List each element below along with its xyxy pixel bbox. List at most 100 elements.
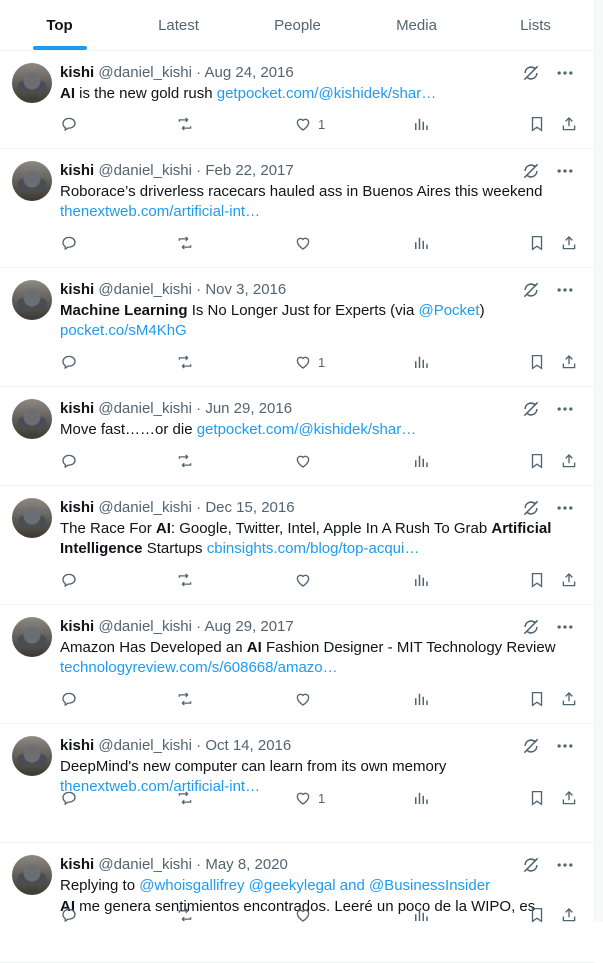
tweet-link[interactable]: thenextweb.com/artificial-int… bbox=[60, 203, 260, 220]
like-button[interactable] bbox=[294, 452, 318, 470]
author-name[interactable]: kishi bbox=[60, 618, 94, 635]
author-handle[interactable]: @daniel_kishi bbox=[98, 281, 192, 298]
tweet-link[interactable]: getpocket.com/@kishidek/shar… bbox=[217, 85, 437, 102]
grok-icon[interactable] bbox=[521, 280, 541, 300]
grok-icon[interactable] bbox=[521, 399, 541, 419]
bookmark-button[interactable] bbox=[528, 571, 546, 589]
views-button[interactable] bbox=[412, 571, 430, 589]
author-handle[interactable]: @daniel_kishi bbox=[98, 856, 192, 873]
like-button[interactable]: 1 bbox=[294, 353, 325, 371]
share-button[interactable] bbox=[560, 353, 578, 371]
tweet-date[interactable]: Aug 29, 2017 bbox=[205, 618, 294, 635]
retweet-button[interactable] bbox=[176, 234, 194, 252]
author-name[interactable]: kishi bbox=[60, 281, 94, 298]
reply-button[interactable] bbox=[60, 452, 78, 470]
tweet[interactable]: kishi @daniel_kishi · Aug 24, 2016 AI is … bbox=[0, 51, 595, 149]
share-button[interactable] bbox=[560, 571, 578, 589]
reply-button[interactable] bbox=[60, 234, 78, 252]
avatar[interactable] bbox=[12, 617, 52, 657]
grok-icon[interactable] bbox=[521, 161, 541, 181]
reply-button[interactable] bbox=[60, 353, 78, 371]
more-icon[interactable] bbox=[555, 63, 575, 83]
more-icon[interactable] bbox=[555, 736, 575, 756]
more-icon[interactable] bbox=[555, 617, 575, 637]
author-name[interactable]: kishi bbox=[60, 737, 94, 754]
tweet[interactable]: kishi @daniel_kishi · Oct 14, 2016 DeepMi… bbox=[0, 724, 595, 843]
retweet-button[interactable] bbox=[176, 115, 194, 133]
grok-icon[interactable] bbox=[521, 63, 541, 83]
tweet[interactable]: kishi @daniel_kishi · Aug 29, 2017 Amazon… bbox=[0, 605, 595, 724]
author-handle[interactable]: @daniel_kishi bbox=[98, 737, 192, 754]
tweet-date[interactable]: Oct 14, 2016 bbox=[205, 737, 291, 754]
tweet-date[interactable]: May 8, 2020 bbox=[205, 856, 288, 873]
share-button[interactable] bbox=[560, 115, 578, 133]
grok-icon[interactable] bbox=[521, 736, 541, 756]
retweet-button[interactable] bbox=[176, 690, 194, 708]
bookmark-button[interactable] bbox=[528, 353, 546, 371]
tab-top[interactable]: Top bbox=[0, 0, 119, 50]
retweet-button[interactable] bbox=[176, 906, 194, 924]
avatar[interactable] bbox=[12, 399, 52, 439]
bookmark-button[interactable] bbox=[528, 906, 546, 924]
tweet-link[interactable]: technologyreview.com/s/608668/amazo… bbox=[60, 659, 338, 676]
reply-button[interactable] bbox=[60, 789, 78, 807]
author-name[interactable]: kishi bbox=[60, 400, 94, 417]
tweet-date[interactable]: Dec 15, 2016 bbox=[205, 499, 294, 516]
tweet-date[interactable]: Feb 22, 2017 bbox=[205, 162, 293, 179]
tweet[interactable]: kishi @daniel_kishi · Jun 29, 2016 Move f… bbox=[0, 387, 595, 486]
share-button[interactable] bbox=[560, 906, 578, 924]
views-button[interactable] bbox=[412, 234, 430, 252]
share-button[interactable] bbox=[560, 789, 578, 807]
like-button[interactable] bbox=[294, 906, 318, 924]
reply-mentions[interactable]: @whoisgallifrey @geekylegal and @Busines… bbox=[139, 877, 490, 894]
tweet-link[interactable]: cbinsights.com/blog/top-acqui… bbox=[207, 540, 420, 557]
grok-icon[interactable] bbox=[521, 855, 541, 875]
retweet-button[interactable] bbox=[176, 571, 194, 589]
tweet[interactable]: kishi @daniel_kishi · Nov 3, 2016 Machine… bbox=[0, 268, 595, 387]
more-icon[interactable] bbox=[555, 399, 575, 419]
views-button[interactable] bbox=[412, 115, 430, 133]
avatar[interactable] bbox=[12, 736, 52, 776]
bookmark-button[interactable] bbox=[528, 234, 546, 252]
tab-lists[interactable]: Lists bbox=[476, 0, 595, 50]
bookmark-button[interactable] bbox=[528, 115, 546, 133]
more-icon[interactable] bbox=[555, 161, 575, 181]
tweet-date[interactable]: Aug 24, 2016 bbox=[205, 64, 294, 81]
tweet-date[interactable]: Jun 29, 2016 bbox=[205, 400, 292, 417]
reply-button[interactable] bbox=[60, 906, 78, 924]
avatar[interactable] bbox=[12, 855, 52, 895]
tweet-link[interactable]: getpocket.com/@kishidek/shar… bbox=[197, 421, 417, 438]
tab-latest[interactable]: Latest bbox=[119, 0, 238, 50]
author-name[interactable]: kishi bbox=[60, 499, 94, 516]
like-button[interactable] bbox=[294, 234, 318, 252]
author-handle[interactable]: @daniel_kishi bbox=[98, 499, 192, 516]
tweet-date[interactable]: Nov 3, 2016 bbox=[205, 281, 286, 298]
like-button[interactable] bbox=[294, 571, 318, 589]
grok-icon[interactable] bbox=[521, 617, 541, 637]
tweet-link[interactable]: @Pocket bbox=[418, 302, 479, 319]
views-button[interactable] bbox=[412, 353, 430, 371]
author-handle[interactable]: @daniel_kishi bbox=[98, 400, 192, 417]
share-button[interactable] bbox=[560, 690, 578, 708]
bookmark-button[interactable] bbox=[528, 452, 546, 470]
scrollbar[interactable] bbox=[594, 0, 603, 922]
views-button[interactable] bbox=[412, 789, 430, 807]
reply-button[interactable] bbox=[60, 571, 78, 589]
author-name[interactable]: kishi bbox=[60, 856, 94, 873]
tweet[interactable]: kishi @daniel_kishi · May 8, 2020 Replyin… bbox=[0, 843, 595, 963]
author-handle[interactable]: @daniel_kishi bbox=[98, 618, 192, 635]
author-handle[interactable]: @daniel_kishi bbox=[98, 64, 192, 81]
views-button[interactable] bbox=[412, 690, 430, 708]
avatar[interactable] bbox=[12, 498, 52, 538]
more-icon[interactable] bbox=[555, 855, 575, 875]
tweet-link[interactable]: pocket.co/sM4KhG bbox=[60, 322, 187, 339]
more-icon[interactable] bbox=[555, 280, 575, 300]
like-button[interactable]: 1 bbox=[294, 789, 325, 807]
author-name[interactable]: kishi bbox=[60, 162, 94, 179]
like-button[interactable]: 1 bbox=[294, 115, 325, 133]
views-button[interactable] bbox=[412, 452, 430, 470]
tab-media[interactable]: Media bbox=[357, 0, 476, 50]
views-button[interactable] bbox=[412, 906, 430, 924]
reply-button[interactable] bbox=[60, 115, 78, 133]
tab-people[interactable]: People bbox=[238, 0, 357, 50]
